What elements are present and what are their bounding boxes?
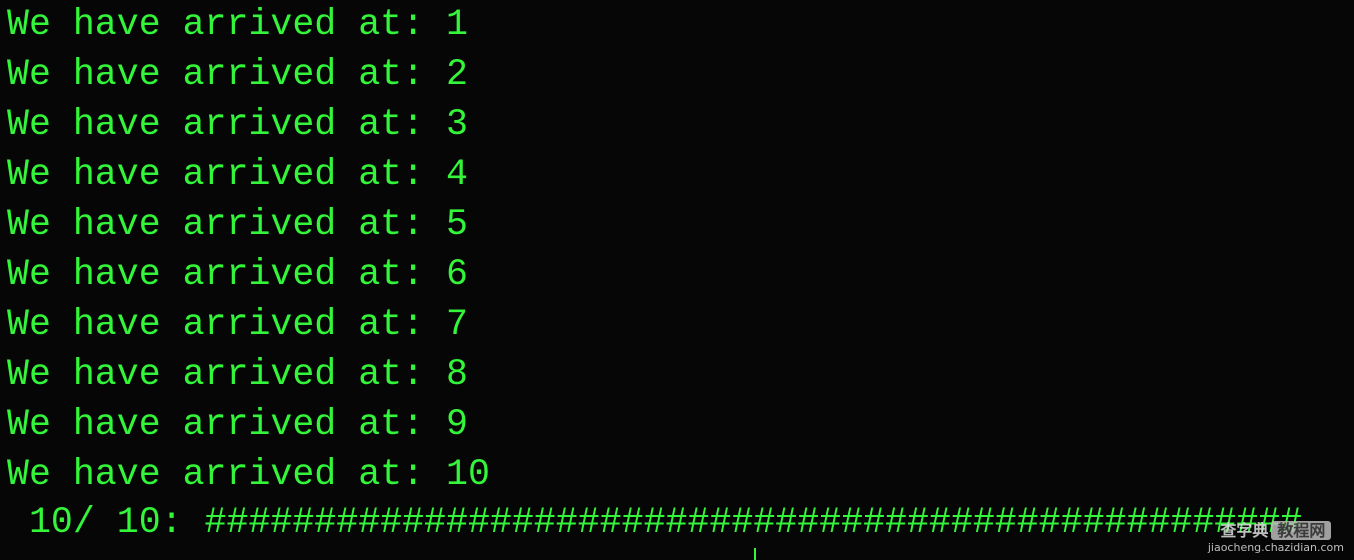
- progress-bar-text: 10/ 10: ################################…: [7, 502, 1303, 543]
- terminal-line: We have arrived at: 10: [7, 454, 490, 495]
- watermark-logo: 查字典 教程网 jiaocheng.chazidian.com: [1208, 517, 1344, 554]
- watermark-tag: 教程网: [1271, 521, 1332, 540]
- watermark-brand: 查字典: [1220, 521, 1269, 540]
- terminal-line: We have arrived at: 9: [7, 404, 468, 445]
- terminal-line: We have arrived at: 1: [7, 4, 468, 45]
- terminal-line: We have arrived at: 3: [7, 104, 468, 145]
- terminal-line: We have arrived at: 2: [7, 54, 468, 95]
- terminal-line: We have arrived at: 5: [7, 204, 468, 245]
- terminal-output: We have arrived at: 1 We have arrived at:…: [7, 0, 490, 500]
- watermark-url: jiaocheng.chazidian.com: [1207, 541, 1344, 554]
- terminal-line: We have arrived at: 6: [7, 254, 468, 295]
- terminal-line: We have arrived at: 8: [7, 354, 468, 395]
- text-cursor: [754, 548, 756, 560]
- terminal-line: We have arrived at: 4: [7, 154, 468, 195]
- terminal-line: We have arrived at: 7: [7, 304, 468, 345]
